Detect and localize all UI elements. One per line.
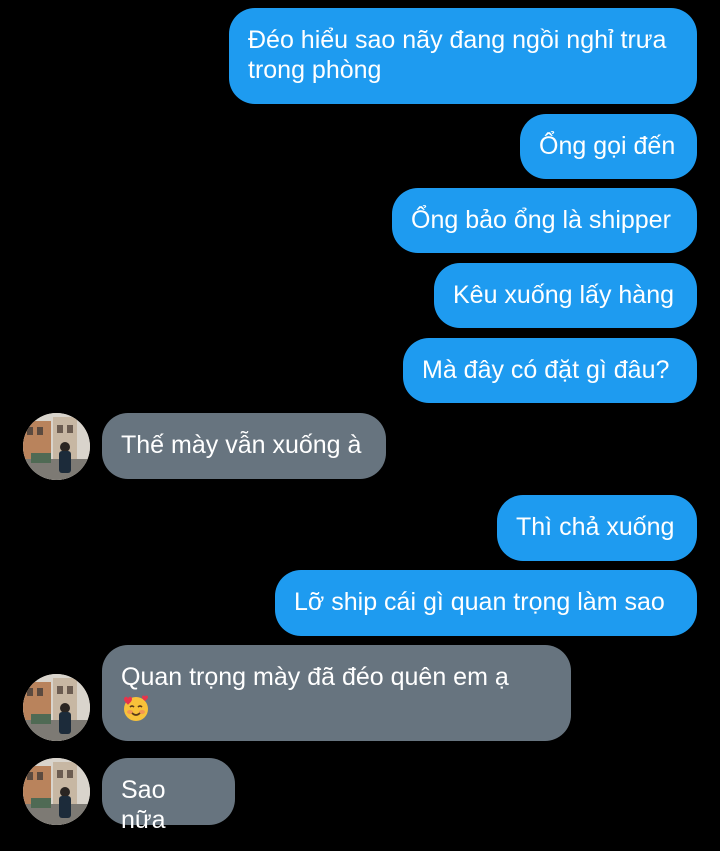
outgoing-message[interactable]: Lỡ ship cái gì quan trọng làm sao: [275, 570, 697, 636]
outgoing-message[interactable]: Kêu xuống lấy hàng: [434, 263, 697, 328]
message-text: Thế mày vẫn xuống à: [121, 431, 362, 459]
incoming-message[interactable]: Quan trọng mày đã đéo quên em ạ: [102, 645, 571, 741]
message-text: Sao nữa: [121, 776, 166, 834]
message-text: Đéo hiểu sao nãy đang ngồi nghỉ trưa tro…: [248, 26, 667, 84]
outgoing-message[interactable]: Đéo hiểu sao nãy đang ngồi nghỉ trưa tro…: [229, 8, 697, 104]
message-text: Ổng gọi đến: [539, 132, 676, 160]
avatar-photo-icon: [23, 758, 90, 825]
avatar-photo-icon: [23, 413, 90, 480]
message-text: Kêu xuống lấy hàng: [453, 281, 675, 309]
message-text: Thì chả xuống: [516, 513, 675, 541]
message-text: Lỡ ship cái gì quan trọng làm sao: [294, 588, 665, 616]
message-text: Quan trọng mày đã đéo quên em ạ: [121, 663, 509, 691]
avatar[interactable]: [23, 413, 90, 480]
message-text: Ổng bảo ổng là shipper: [411, 206, 671, 234]
outgoing-message[interactable]: Thì chả xuống: [497, 495, 697, 561]
incoming-message[interactable]: Sao nữa: [102, 758, 235, 834]
avatar[interactable]: [23, 758, 90, 825]
outgoing-message[interactable]: Ổng bảo ổng là shipper: [392, 188, 697, 253]
message-text: Mà đây có đặt gì đâu?: [422, 356, 670, 384]
chat-thread[interactable]: Đéo hiểu sao nãy đang ngồi nghỉ trưa tro…: [0, 0, 720, 851]
avatar-photo-icon: [23, 674, 90, 741]
incoming-message[interactable]: Thế mày vẫn xuống à: [102, 413, 386, 479]
smiling-face-with-hearts-icon: [121, 693, 151, 723]
avatar[interactable]: [23, 674, 90, 741]
outgoing-message[interactable]: Mà đây có đặt gì đâu?: [403, 338, 697, 403]
outgoing-message[interactable]: Ổng gọi đến: [520, 114, 697, 179]
